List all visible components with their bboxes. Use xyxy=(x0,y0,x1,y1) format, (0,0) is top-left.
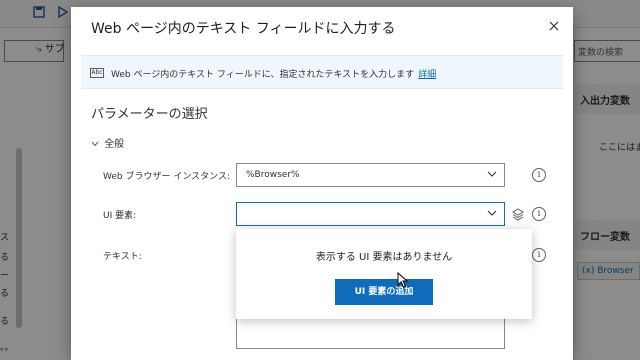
browser-instance-help-icon[interactable]: i xyxy=(532,168,546,182)
ui-element-dropdown-popup: 表示する UI 要素はありません UI 要素の追加 xyxy=(236,229,532,319)
info-description: Web ページ内のテキスト フィールドに、指定されたテキストを入力します xyxy=(111,70,415,80)
browser-instance-select[interactable]: %Browser% xyxy=(236,163,505,187)
info-bar: Abc Web ページ内のテキスト フィールドに、指定されたテキストを入力します… xyxy=(81,55,563,89)
layers-icon[interactable] xyxy=(511,207,525,221)
details-link[interactable]: 詳細 xyxy=(418,70,436,80)
browser-instance-value: %Browser% xyxy=(246,170,300,180)
info-text: Web ページ内のテキスト フィールドに、指定されたテキストを入力します 詳細 xyxy=(111,67,436,80)
ui-element-label: UI 要素: xyxy=(103,211,137,221)
ui-element-select[interactable] xyxy=(236,202,505,226)
browser-instance-label: Web ブラウザー インスタンス: xyxy=(103,172,231,182)
chevron-down-icon xyxy=(91,140,101,150)
dialog-title: Web ページ内のテキスト フィールドに入力する xyxy=(91,21,396,37)
close-button[interactable] xyxy=(545,17,563,35)
text-help-icon[interactable]: i xyxy=(532,248,546,262)
general-group-label: 全般 xyxy=(104,139,125,150)
dialog: Web ページ内のテキスト フィールドに入力する Abc Web ページ内のテキ… xyxy=(71,7,573,360)
ui-element-help-icon[interactable]: i xyxy=(532,207,546,221)
text-field-icon: Abc xyxy=(90,68,104,78)
no-ui-elements-message: 表示する UI 要素はありません xyxy=(315,252,453,263)
close-icon xyxy=(549,21,559,31)
general-group-toggle[interactable]: 全般 xyxy=(91,135,124,150)
chevron-down-icon xyxy=(487,171,497,177)
add-ui-element-button[interactable]: UI 要素の追加 xyxy=(335,279,433,305)
section-title: パラメーターの選択 xyxy=(91,107,208,122)
text-label: テキスト: xyxy=(103,252,142,262)
mouse-cursor-icon xyxy=(397,272,409,288)
chevron-down-icon xyxy=(487,210,497,216)
